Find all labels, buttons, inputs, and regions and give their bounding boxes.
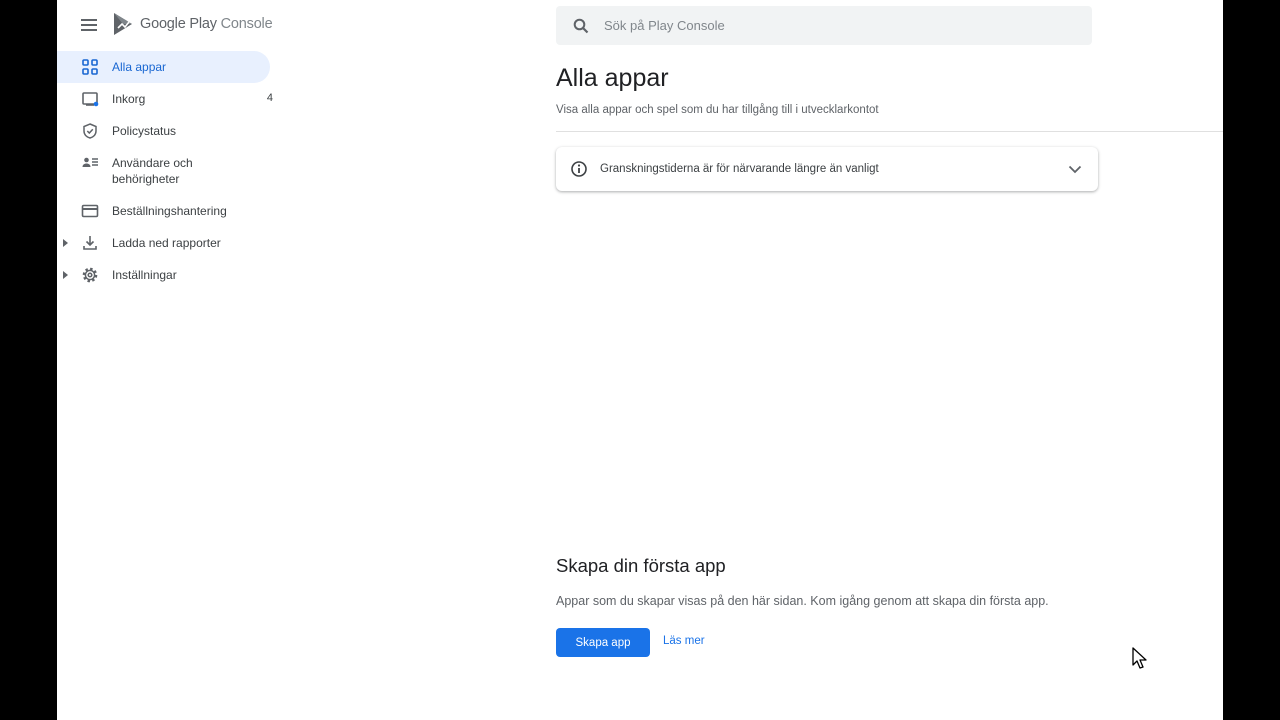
inbox-icon	[82, 92, 99, 107]
page-title: Alla appar	[556, 64, 669, 92]
page-subtitle: Visa alla appar och spel som du har till…	[556, 104, 879, 116]
sidebar-item-download-reports[interactable]: Ladda ned rapporter	[57, 227, 287, 259]
gear-icon	[82, 267, 98, 283]
info-icon	[571, 161, 587, 177]
shield-icon	[83, 123, 97, 139]
search-icon[interactable]	[572, 17, 590, 35]
sidebar-nav: Alla appar Inkorg 4 Policystatus Använda…	[57, 51, 287, 291]
search-input[interactable]	[604, 18, 1064, 33]
mouse-cursor-icon	[1132, 647, 1147, 669]
sidebar-header: Google Play Console	[57, 0, 287, 50]
sidebar-item-inbox[interactable]: Inkorg 4	[57, 83, 287, 115]
sidebar-item-order-management[interactable]: Beställningshantering	[57, 195, 287, 227]
brand-primary: Google Play	[140, 16, 217, 32]
sidebar-item-label: Ladda ned rapporter	[112, 236, 221, 250]
search-bar[interactable]	[556, 6, 1092, 45]
play-console-logo-icon	[114, 13, 132, 35]
sidebar-item-settings[interactable]: Inställningar	[57, 259, 287, 291]
notice-text: Granskningstiderna är för närvarande län…	[600, 163, 879, 175]
divider	[556, 131, 1223, 132]
create-app-button[interactable]: Skapa app	[556, 628, 650, 657]
hamburger-menu-icon[interactable]	[77, 13, 101, 37]
play-console-app: Google Play Console Alla appar Inkorg 4 …	[57, 0, 1223, 720]
credit-card-icon	[81, 204, 99, 218]
learn-more-link[interactable]: Läs mer	[663, 635, 705, 647]
expand-arrow-icon[interactable]	[63, 271, 68, 279]
download-icon	[83, 236, 97, 250]
sidebar: Google Play Console Alla appar Inkorg 4 …	[57, 0, 287, 720]
review-time-notice[interactable]: Granskningstiderna är för närvarande län…	[556, 147, 1098, 191]
empty-state-title: Skapa din första app	[556, 555, 726, 576]
sidebar-item-policy-status[interactable]: Policystatus	[57, 115, 287, 147]
sidebar-item-users-permissions[interactable]: Användare och behörigheter	[57, 147, 287, 195]
brand-secondary: Console	[220, 16, 273, 32]
sidebar-item-label: Beställningshantering	[112, 204, 227, 218]
inbox-count-badge: 4	[266, 92, 273, 104]
apps-grid-icon	[82, 59, 98, 75]
play-console-logo[interactable]: Google Play Console	[112, 12, 273, 36]
chevron-down-icon[interactable]	[1066, 160, 1084, 178]
brand-name: Google Play Console	[140, 16, 273, 32]
empty-state-text: Appar som du skapar visas på den här sid…	[556, 594, 1049, 608]
expand-arrow-icon[interactable]	[63, 239, 68, 247]
users-icon	[82, 157, 98, 167]
sidebar-item-label: Användare och behörigheter	[112, 156, 193, 186]
sidebar-item-label: Policystatus	[112, 124, 177, 138]
sidebar-item-all-apps[interactable]: Alla appar	[57, 51, 270, 83]
sidebar-item-label: Inkorg	[112, 92, 146, 106]
sidebar-item-label: Inställningar	[112, 268, 177, 282]
sidebar-item-label: Alla appar	[112, 60, 167, 74]
